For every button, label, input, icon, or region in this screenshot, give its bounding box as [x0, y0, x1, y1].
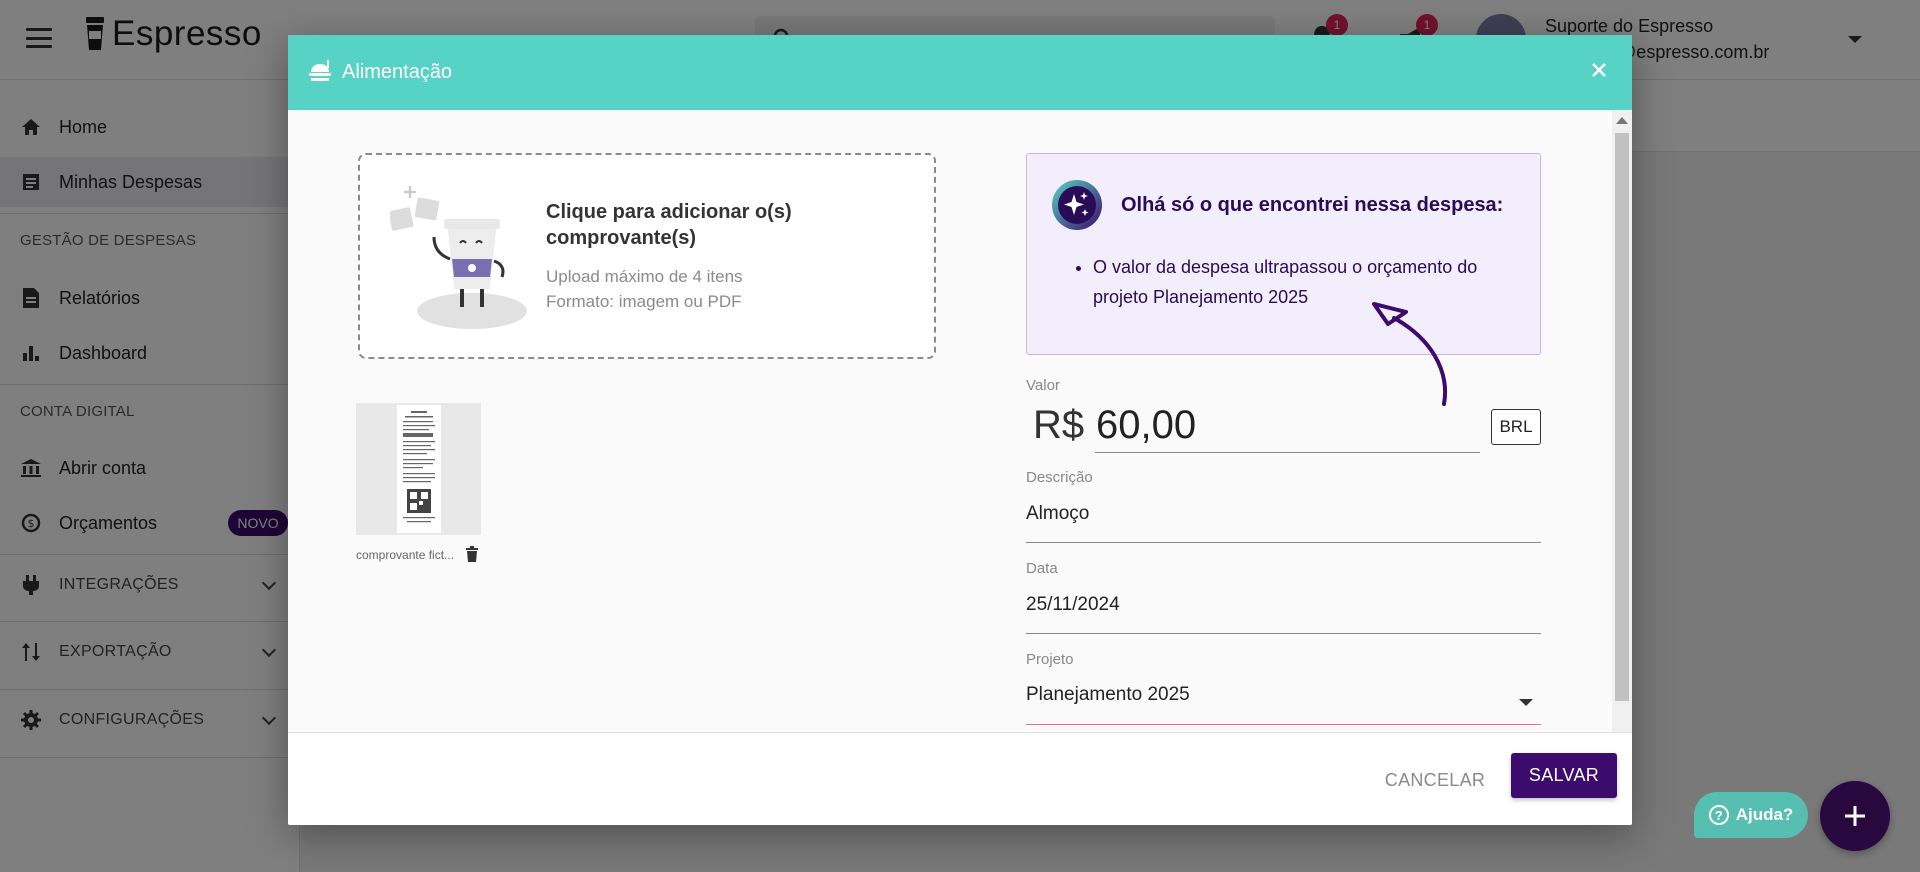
cancel-button[interactable]: CANCELAR	[1380, 762, 1490, 798]
plus-icon	[1845, 806, 1865, 826]
amount-underline	[1095, 452, 1480, 453]
description-underline	[1026, 542, 1541, 543]
scrollbar-thumb[interactable]	[1615, 133, 1629, 701]
question-icon: ?	[1708, 805, 1729, 825]
upload-format: Formato: imagem ou PDF	[546, 292, 742, 311]
date-input[interactable]: 25/11/2024	[1026, 594, 1120, 616]
dialog-title: Alimentação	[342, 61, 453, 83]
help-label: Ajuda?	[1735, 805, 1794, 824]
scroll-up-arrow-icon[interactable]	[1616, 117, 1628, 124]
currency-selector[interactable]: BRL	[1491, 409, 1541, 445]
attachment-thumbnail[interactable]	[356, 403, 481, 535]
add-expense-button[interactable]	[1820, 781, 1890, 851]
help-button[interactable]: ? Ajuda?	[1694, 792, 1808, 838]
projeto-label: Projeto	[1026, 651, 1074, 668]
receipt-upload-dropzone[interactable]: Clique para adicionar o(s) comprovante(s…	[358, 153, 936, 359]
save-button[interactable]: SALVAR	[1511, 753, 1617, 798]
dialog-footer: CANCELAR SALVAR	[288, 732, 1632, 825]
trash-icon[interactable]	[465, 546, 479, 562]
close-icon	[1592, 63, 1606, 77]
ai-insight-title: Olhá só o que encontrei nessa despesa:	[1121, 194, 1504, 216]
ai-insight-card: Olhá só o que encontrei nessa despesa: O…	[1026, 153, 1541, 355]
dialog-header: Alimentação	[288, 35, 1632, 110]
amount-input[interactable]: 60,00	[1096, 403, 1196, 448]
food-tray-icon	[309, 60, 331, 81]
close-button[interactable]	[1584, 55, 1614, 85]
upload-title: Clique para adicionar o(s) comprovante(s…	[546, 201, 792, 249]
description-input[interactable]: Almoço	[1026, 503, 1089, 525]
data-label: Data	[1026, 560, 1058, 577]
project-select[interactable]: Planejamento 2025	[1026, 684, 1190, 706]
project-underline	[1026, 724, 1541, 725]
date-underline	[1026, 633, 1541, 634]
ai-sparkle-icon	[1052, 180, 1102, 230]
chevron-down-icon[interactable]	[1519, 699, 1533, 706]
valor-label: Valor	[1026, 377, 1060, 394]
descricao-label: Descrição	[1026, 469, 1093, 486]
currency-prefix: R$	[1033, 403, 1085, 447]
receipt-preview-image	[396, 405, 441, 533]
upload-max-items: Upload máximo de 4 itens	[546, 267, 743, 286]
expense-dialog: Alimentação Clique para adicionar o(s) c…	[288, 35, 1632, 825]
attachment-filename: comprovante fict...	[356, 548, 455, 562]
annotation-arrow-icon	[1372, 302, 1447, 406]
upload-illustration	[390, 186, 527, 329]
